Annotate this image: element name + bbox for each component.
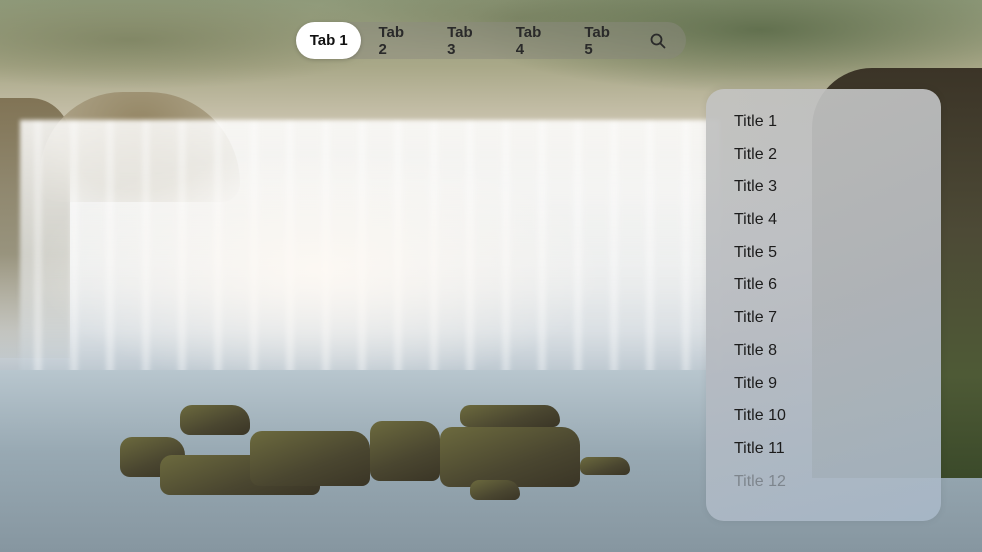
background-mist (0, 120, 760, 400)
tab-4[interactable]: Tab 4 (499, 22, 568, 59)
tab-5[interactable]: Tab 5 (567, 22, 636, 59)
list-item[interactable]: Title 1 (734, 106, 786, 139)
title-list-panel: Title 1 Title 2 Title 3 Title 4 Title 5 … (706, 89, 941, 521)
list-item[interactable]: Title 11 (734, 433, 786, 466)
title-list: Title 1 Title 2 Title 3 Title 4 Title 5 … (734, 106, 786, 498)
list-item[interactable]: Title 2 (734, 139, 786, 172)
list-item[interactable]: Title 6 (734, 269, 786, 302)
list-item[interactable]: Title 10 (734, 400, 786, 433)
search-button[interactable] (636, 22, 686, 59)
search-icon (650, 33, 666, 48)
tab-bar: Tab 1 Tab 2 Tab 3 Tab 4 Tab 5 (296, 22, 686, 59)
tab-2[interactable]: Tab 2 (361, 22, 430, 59)
list-item[interactable]: Title 8 (734, 335, 786, 368)
list-item[interactable]: Title 12 (734, 466, 786, 499)
list-item[interactable]: Title 4 (734, 204, 786, 237)
list-item[interactable]: Title 5 (734, 237, 786, 270)
list-item[interactable]: Title 7 (734, 302, 786, 335)
list-item[interactable]: Title 3 (734, 171, 786, 204)
list-item[interactable]: Title 9 (734, 368, 786, 401)
background-rocks (80, 405, 640, 505)
tab-1[interactable]: Tab 1 (296, 22, 362, 59)
tab-3[interactable]: Tab 3 (430, 22, 499, 59)
